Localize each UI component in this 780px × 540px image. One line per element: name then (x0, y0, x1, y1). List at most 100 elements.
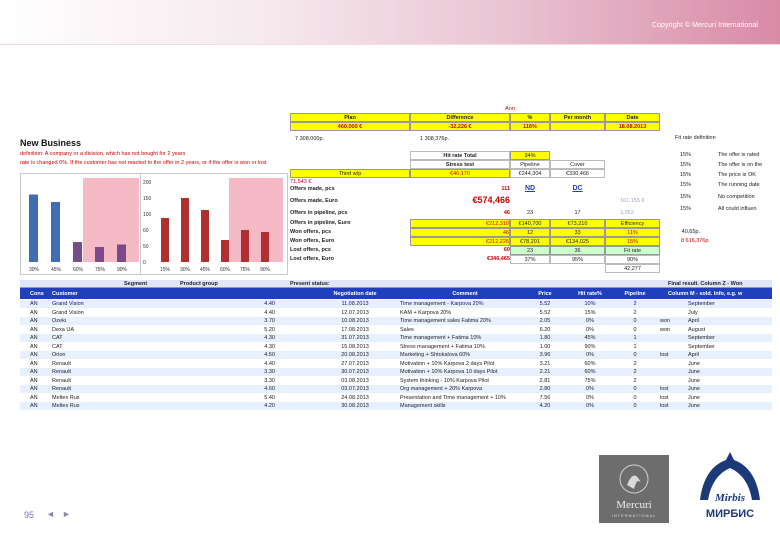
table-cell: 5.20 (264, 326, 275, 333)
hit-rate-cell: 42,277 (605, 264, 660, 273)
mercuri-logo: Mercuri INTERNATIONAL (599, 455, 669, 523)
table-cell: June (688, 403, 700, 409)
note-text: No competition (718, 194, 755, 200)
group-header: Product group (180, 281, 218, 287)
metric-value: 46 (410, 228, 510, 237)
col-header-customer: Customer (52, 290, 122, 298)
prev-slide-button[interactable]: ◄ (46, 509, 55, 519)
table-cell: 0% (586, 394, 594, 401)
chart2-bar (201, 210, 209, 262)
sum-value: €46,170 (410, 169, 510, 178)
table-cell: lost (660, 386, 669, 392)
banner-divider (0, 44, 780, 45)
mirbis-logo: Mirbis МИРБИС (690, 448, 770, 528)
table-cell: 2 (633, 369, 637, 375)
chart2-bar (221, 240, 229, 262)
chart2-bar (181, 198, 189, 262)
table-cell: June (688, 360, 700, 367)
efficiency-value: 8 616,376р. (680, 238, 710, 244)
table-cell: won (660, 318, 671, 324)
note-text: All could influen (718, 206, 757, 212)
table-cell: 0% (586, 352, 594, 358)
metric-value: €346,465 (487, 256, 510, 262)
chart2-ytick: 200 (143, 180, 152, 186)
note-percent: 15% (680, 152, 692, 158)
table-cell: AN (30, 335, 38, 341)
table-cell: 17.08.2013 (341, 326, 369, 333)
chart1-bar (117, 244, 126, 262)
col-header-negotiation-date: Negotiation date (310, 290, 400, 298)
chart2-ytick: 50 (143, 244, 149, 250)
summary-date-value: 18.08.2013 (605, 122, 660, 131)
col-header-hit-rate: Hit rate% (565, 290, 615, 298)
note-text: The price is OK (718, 172, 756, 178)
table-cell: 4.50 (264, 352, 275, 358)
group-header: Segment (124, 281, 148, 287)
page-number: 95 (24, 510, 35, 520)
table-cell: Ozeki (52, 318, 67, 324)
table-cell: 75% (584, 377, 596, 384)
stress-test-label: Stress test (410, 160, 510, 169)
chart-hit-rate-left: 30% 45% 60% 75% 90% (20, 173, 147, 275)
side-value: 161,155 € (620, 198, 645, 204)
table-cell: lost (660, 352, 669, 358)
col-header-pipeline: Pipeline (615, 290, 655, 298)
summary-per-month-value (550, 122, 605, 131)
table-cell: 90% (584, 343, 596, 350)
chart2-xlabel: 30% (180, 267, 191, 273)
table-cell: Orion (52, 352, 66, 358)
table-cell (660, 334, 680, 342)
table-cell: 10.08.2013 (341, 318, 369, 324)
copyright-text: Copyright © Mercuri International (651, 22, 758, 29)
hit-rate-total-value: 34% (510, 151, 550, 160)
chart2-ytick: 150 (143, 196, 152, 202)
table-cell: July (688, 309, 698, 316)
metric-value-large: €574,466 (472, 195, 510, 205)
cover-label: Cover (550, 160, 605, 169)
chart2-bar (261, 232, 269, 262)
definition-line-2: rate is changed 0%. If the customer has … (20, 160, 267, 166)
table-cell: 45% (584, 335, 596, 341)
table-cell: 0 (633, 318, 637, 324)
summary-percent-value: 118% (510, 122, 550, 131)
chart2-xlabel: 60% (220, 267, 231, 273)
chart1-xlabel: 75% (95, 267, 106, 273)
col-header-price: Price (530, 290, 560, 298)
metric-value: 46 (503, 210, 510, 216)
group-header: Present status: (290, 281, 330, 287)
table-cell: 6.20 (539, 326, 551, 333)
note-percent: 15% (680, 172, 692, 178)
note-percent: 15% (680, 182, 692, 188)
hit-rate-cell: 95% (550, 255, 605, 264)
next-slide-button[interactable]: ► (62, 509, 71, 519)
col-header-comment: Comment (400, 290, 530, 298)
chart2-ytick: 60 (143, 228, 149, 234)
table-cell: 5.52 (539, 309, 551, 316)
table-cell (660, 343, 680, 351)
chart1-xlabel: 60% (73, 267, 84, 273)
summary-difference-value: -32,226 € (410, 122, 510, 131)
note-percent: 15% (680, 194, 692, 200)
fit-definition: Fit rate definition (675, 135, 716, 141)
efficiency-value: 11% (605, 228, 660, 237)
metric-dc: €134,025 (550, 237, 605, 246)
table-cell: CAT (52, 335, 63, 341)
chart1-highlight-band (83, 178, 139, 262)
table-cell: 1 (633, 335, 637, 341)
sum-label: Third w/p (290, 169, 410, 178)
metric-dc: €73,210 (550, 219, 605, 228)
table-cell: 3.21 (539, 360, 551, 367)
table-cell: Renault (52, 377, 71, 384)
group-header: Final result. Column Z - Won (668, 281, 743, 287)
chart1-bar (73, 242, 82, 262)
cover-value: €330,466 (550, 169, 605, 178)
table-cell: Dexa UA (52, 326, 75, 333)
table-cell: AN (30, 343, 38, 350)
table-cell: Time management - Karpova 20% (400, 301, 484, 307)
table-cell: Presentation and Time management + 10% (400, 394, 506, 401)
table-cell: AN (30, 318, 38, 324)
note-text: The offer is rated (718, 152, 760, 158)
table-cell: 20.08.2013 (341, 352, 369, 358)
metric-label: Offers made, Euro (290, 198, 338, 204)
top-label: Ann (505, 106, 515, 112)
